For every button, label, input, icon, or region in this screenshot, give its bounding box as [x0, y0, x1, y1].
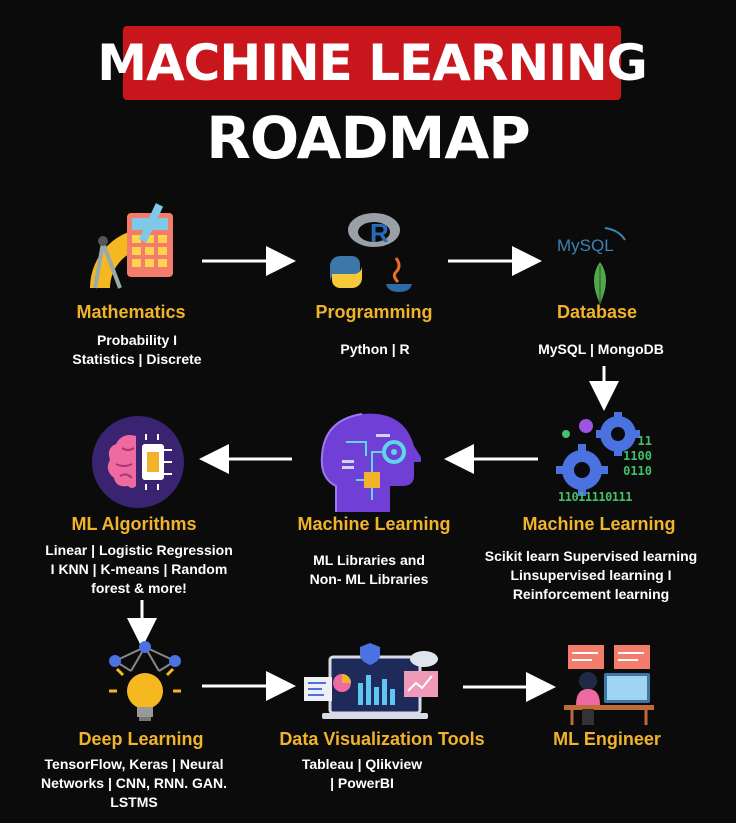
brain-chip-icon	[92, 416, 184, 508]
database-icon: MySQL	[555, 222, 645, 306]
node-title-mathematics: Mathematics	[76, 302, 186, 322]
programming-languages-icon: R	[322, 208, 417, 300]
node-desc-ml-algorithms: Linear | Logistic Regression I KNN | K-m…	[45, 542, 233, 596]
binary-line: 11011110111	[558, 490, 632, 504]
node-desc-database: MySQL | MongoDB	[538, 341, 664, 357]
engineer-desk-icon	[564, 645, 654, 725]
gears-binary-icon: 11 1100 0110 11011110111	[556, 412, 656, 508]
neural-bulb-icon	[109, 641, 181, 721]
node-title-database: Database	[556, 302, 638, 322]
dashboard-icon	[304, 643, 438, 719]
node-desc-data-visualization: Tableau | Qlikview | PowerBI	[301, 756, 423, 791]
node-title-data-visualization: Data Visualization Tools	[279, 729, 485, 749]
node-desc-deep-learning: TensorFlow, Keras | Neural Networks | CN…	[41, 756, 227, 810]
node-title-machine-learning-libraries: Machine Learning	[297, 514, 451, 534]
binary-line: 11	[637, 434, 652, 448]
node-title-ml-engineer: ML Engineer	[553, 729, 661, 749]
node-desc-machine-learning-libraries: ML Libraries and Non- ML Libraries	[309, 552, 429, 587]
node-title-programming: Programming	[315, 302, 433, 322]
node-desc-programming: Python | R	[340, 341, 410, 357]
math-tools-icon	[90, 203, 173, 289]
binary-line: 0110	[623, 464, 652, 478]
node-title-deep-learning: Deep Learning	[78, 729, 204, 749]
r-logo-text: R	[370, 218, 389, 248]
binary-line: 1100	[623, 449, 652, 463]
node-title-ml-algorithms: ML Algorithms	[71, 514, 197, 534]
binary-digits: 11 1100 0110	[596, 434, 652, 479]
node-title-machine-learning-types: Machine Learning	[522, 514, 676, 534]
ai-head-icon	[320, 413, 421, 512]
node-desc-machine-learning-types: Scikit learn Supervised learning Linsupe…	[484, 548, 698, 602]
node-desc-mathematics: Probability I Statistics | Discrete	[72, 332, 202, 367]
